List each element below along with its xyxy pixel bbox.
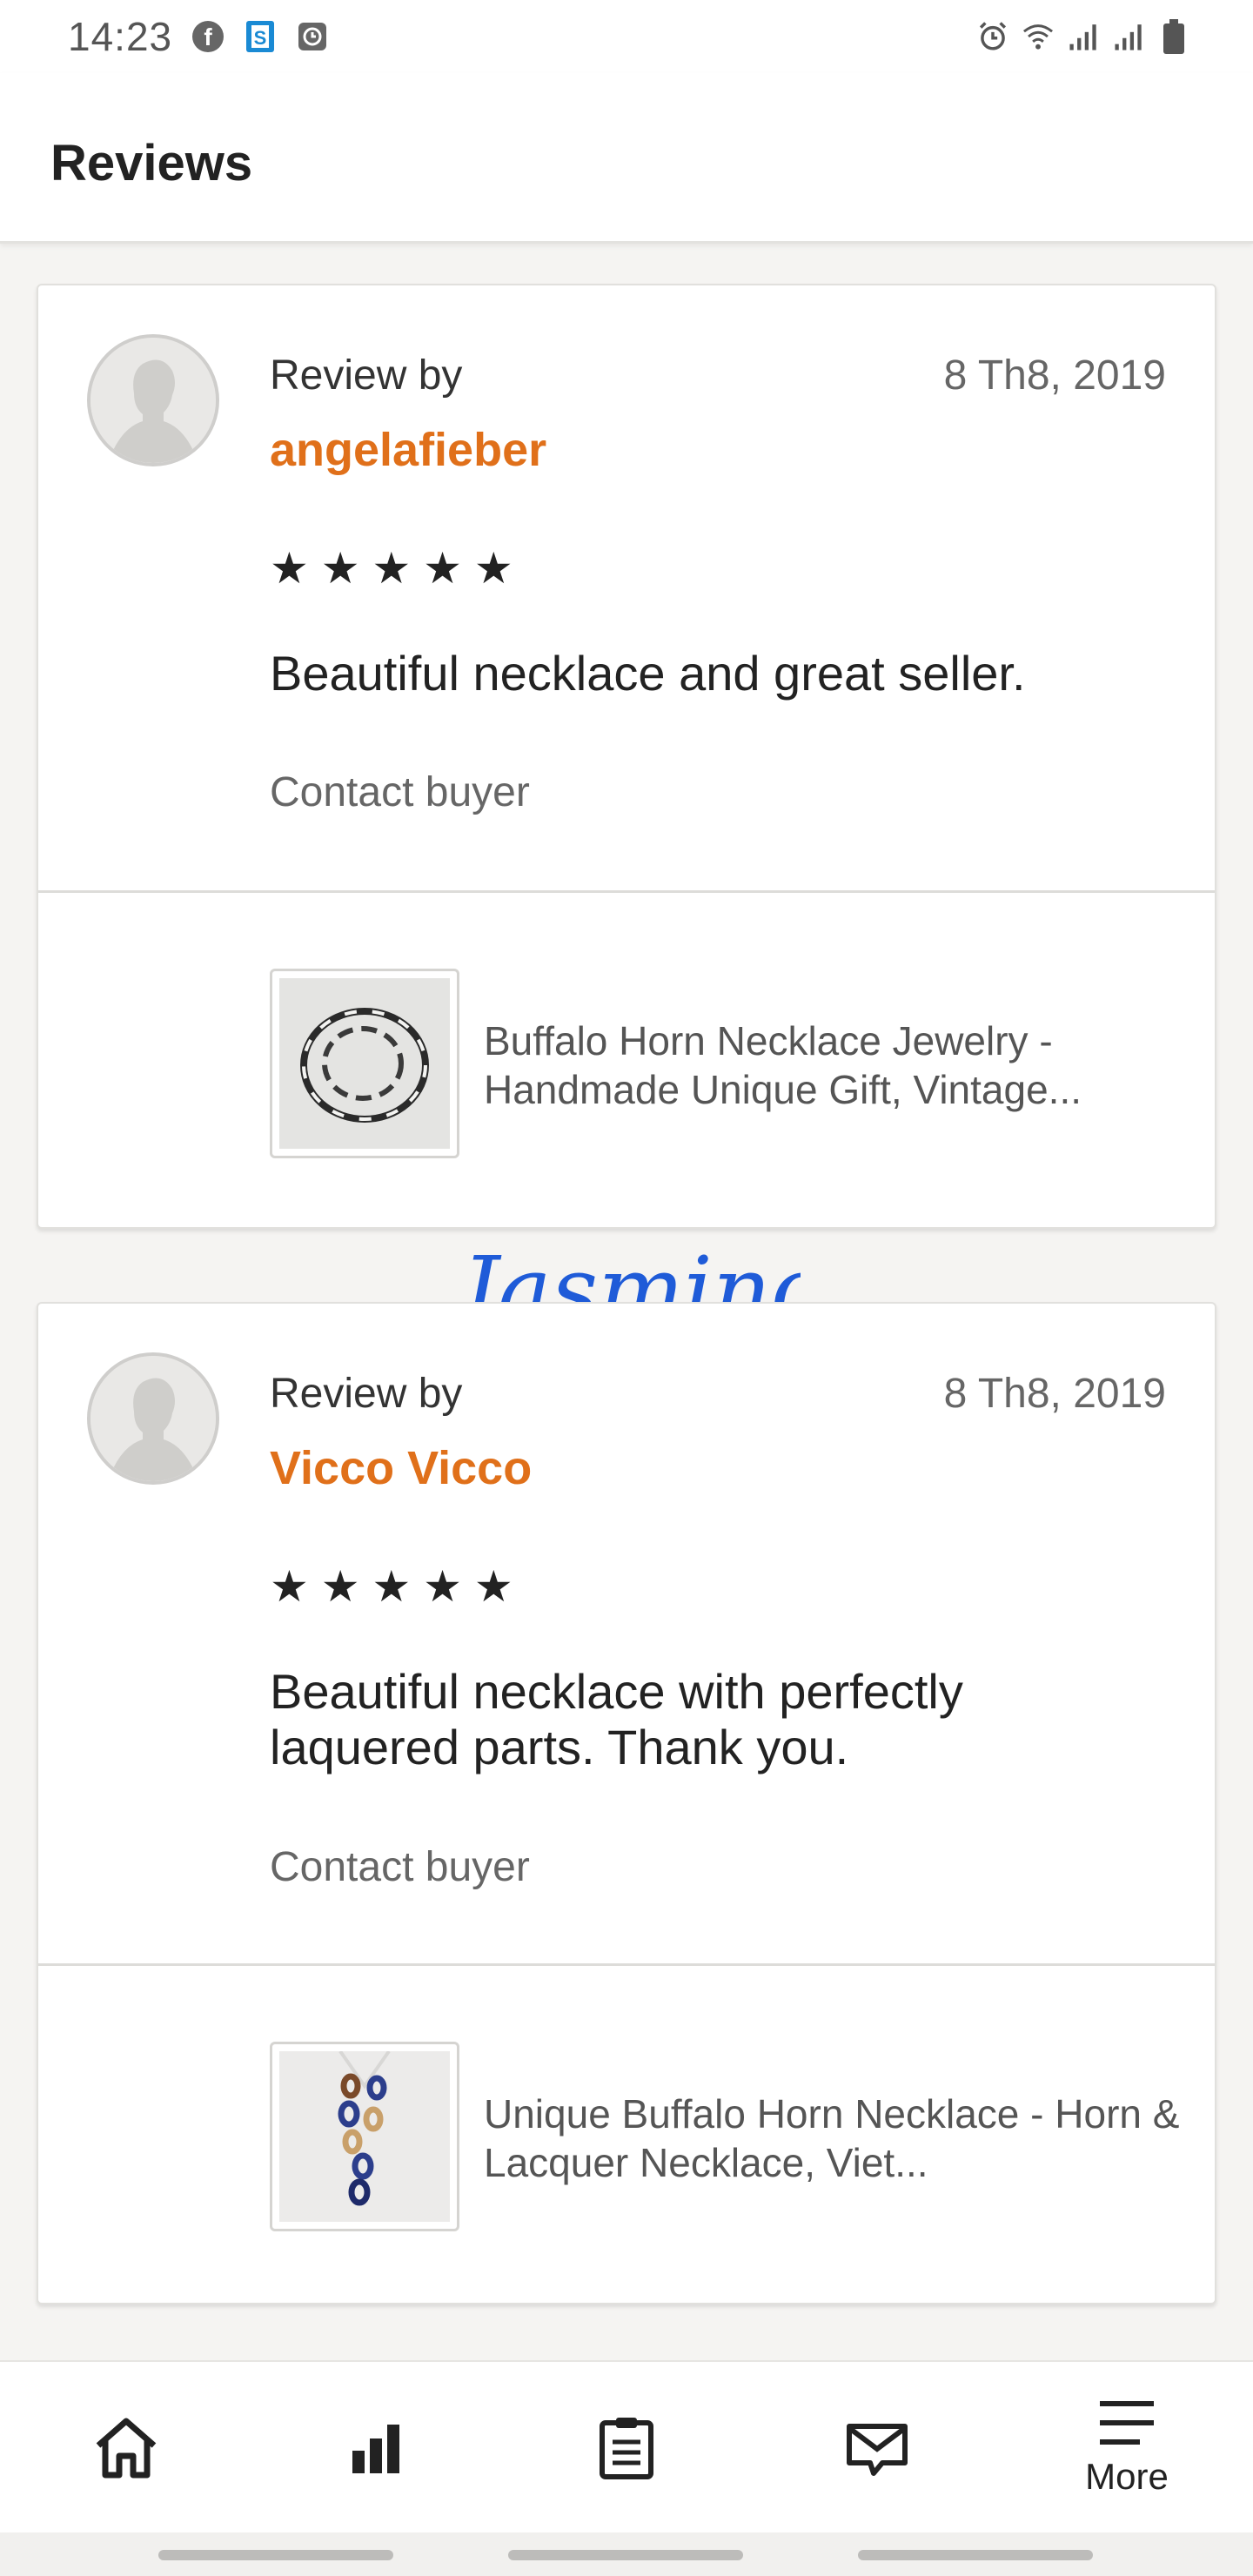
facebook-icon: f [191, 20, 224, 53]
divider [38, 1963, 1215, 1966]
status-time: 14:23 [68, 14, 173, 59]
orders-icon [600, 2418, 653, 2479]
nav-messages[interactable] [812, 2369, 942, 2526]
home-icon [96, 2418, 157, 2479]
gesture-pill[interactable] [508, 2550, 743, 2560]
gesture-pill[interactable] [858, 2550, 1093, 2560]
user-silhouette-icon [90, 338, 216, 463]
nav-orders[interactable] [561, 2369, 692, 2526]
contact-buyer-link[interactable]: Contact buyer [270, 1843, 530, 1891]
alarm-icon [976, 20, 1009, 53]
star-rating: ★ ★ ★ ★ ★ [270, 547, 513, 590]
listing-title-link[interactable]: Unique Buffalo Horn Necklace - Horn & La… [484, 2090, 1197, 2187]
listing-title-link[interactable]: Buffalo Horn Necklace Jewelry - Handmade… [484, 1016, 1197, 1114]
signal-icon [1067, 20, 1100, 53]
status-left: 14:23 f S [68, 13, 329, 60]
wifi-icon [1022, 20, 1055, 53]
necklace-on-shirt-image [279, 2051, 450, 2222]
menu-icon [1100, 2401, 1154, 2445]
listing-thumbnail[interactable] [270, 969, 459, 1158]
reviewer-name-link[interactable]: angelafieber [270, 423, 546, 477]
svg-text:S: S [254, 27, 267, 49]
star-icons: ★ ★ ★ ★ ★ [270, 1562, 513, 1611]
status-right [976, 19, 1190, 54]
necklace-image [279, 978, 450, 1149]
nav-more-label: More [1085, 2456, 1169, 2497]
gesture-bar [0, 2532, 1253, 2576]
messages-icon [846, 2424, 908, 2476]
listing-thumbnail[interactable] [270, 2042, 459, 2231]
avatar[interactable] [87, 334, 219, 466]
avatar[interactable] [87, 1352, 219, 1485]
star-rating: ★ ★ ★ ★ ★ [270, 1565, 513, 1608]
gesture-pill[interactable] [158, 2550, 393, 2560]
nav-stats[interactable] [312, 2369, 442, 2526]
bottom-nav: More [0, 2360, 1253, 2532]
stats-icon [352, 2425, 399, 2473]
review-card: Review by 8 Th8, 2019 Vicco Vicco ★ ★ ★ … [37, 1302, 1216, 2304]
review-by-label: Review by [270, 1371, 463, 1417]
review-text: Beautiful necklace and great seller. [270, 646, 1026, 701]
signal-icon [1112, 20, 1145, 53]
divider [38, 890, 1215, 893]
review-date: 8 Th8, 2019 [943, 352, 1166, 399]
battery-icon [1157, 19, 1190, 54]
star-icons: ★ ★ ★ ★ ★ [270, 544, 513, 593]
status-bar: 14:23 f S [0, 0, 1253, 73]
skype-icon: S [244, 20, 277, 53]
nav-home[interactable] [61, 2369, 191, 2526]
review-date: 8 Th8, 2019 [943, 1371, 1166, 1417]
user-silhouette-icon [90, 1356, 216, 1481]
review-text: Beautiful necklace with perfectly laquer… [270, 1664, 963, 1774]
reviewer-name-link[interactable]: Vicco Vicco [270, 1441, 532, 1495]
svg-text:f: f [204, 23, 212, 50]
app-header: Reviews [0, 73, 1253, 244]
review-by-label: Review by [270, 352, 463, 399]
page-title: Reviews [50, 135, 253, 191]
contact-buyer-link[interactable]: Contact buyer [270, 768, 530, 816]
clock-app-icon [296, 20, 329, 53]
review-card: Review by 8 Th8, 2019 angelafieber ★ ★ ★… [37, 284, 1216, 1229]
nav-more[interactable]: More [1062, 2369, 1192, 2526]
